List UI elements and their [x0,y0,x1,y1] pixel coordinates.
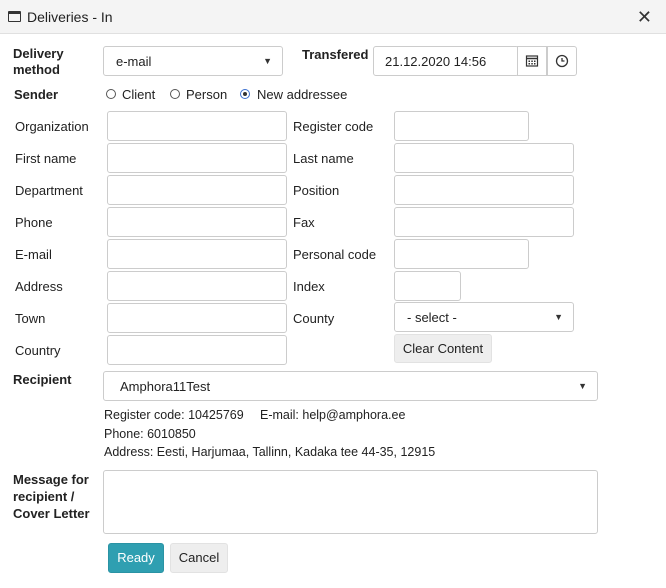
county-select[interactable]: - select - ▼ [394,302,574,332]
county-value: - select - [407,310,457,325]
last-name-input[interactable] [394,143,574,173]
email-label: E-mail [15,247,52,262]
clear-content-button[interactable]: Clear Content [394,334,492,363]
department-label: Department [15,183,83,198]
sender-radio-client[interactable] [106,89,116,99]
position-label: Position [293,183,340,198]
sender-radio-person[interactable] [170,89,180,99]
chevron-down-icon: ▼ [263,56,272,66]
clock-icon [555,54,569,68]
recipient-register-code: Register code: 10425769 [104,408,244,422]
window-icon [8,11,21,22]
sender-option-new-addressee: New addressee [257,87,348,102]
calendar-button[interactable] [517,46,547,76]
dialog-titlebar: Deliveries - In ✕ [0,0,666,34]
recipient-email: E-mail: help@amphora.ee [260,408,406,422]
delivery-method-label-line2: method [13,62,60,77]
sender-option-client: Client [122,87,156,102]
delivery-method-select[interactable]: e-mail ▼ [103,46,283,76]
first-name-input[interactable] [107,143,287,173]
address-label: Address [15,279,63,294]
transfered-datetime-value: 21.12.2020 14:56 [385,54,487,69]
delivery-method-value: e-mail [116,54,152,69]
fax-input[interactable] [394,207,574,237]
recipient-phone: Phone: 6010850 [104,427,196,441]
address-input[interactable] [107,271,287,301]
organization-input[interactable] [107,111,287,141]
first-name-label: First name [15,151,77,166]
time-button[interactable] [547,46,577,76]
sender-label: Sender [14,87,59,102]
organization-label: Organization [15,119,89,134]
country-input[interactable] [107,335,287,365]
message-textarea[interactable] [103,470,598,534]
department-input[interactable] [107,175,287,205]
fax-label: Fax [293,215,315,230]
transfered-label: Transfered [302,47,369,62]
phone-label: Phone [15,215,53,230]
message-label: Message for recipient / Cover Letter [13,471,90,522]
message-label-line2: recipient / [13,489,75,504]
recipient-label: Recipient [13,372,72,387]
personal-code-input[interactable] [394,239,529,269]
county-label: County [293,311,335,326]
sender-radio-new-addressee[interactable] [240,89,250,99]
phone-input[interactable] [107,207,287,237]
message-label-line1: Message for [13,472,89,487]
register-code-input[interactable] [394,111,529,141]
close-icon[interactable]: ✕ [637,7,652,27]
last-name-label: Last name [293,151,354,166]
delivery-method-label-line1: Delivery [13,46,64,61]
position-input[interactable] [394,175,574,205]
delivery-method-label: Delivery method [13,46,64,78]
message-label-line3: Cover Letter [13,506,90,521]
recipient-value: Amphora11Test [120,379,211,394]
country-label: Country [15,343,61,358]
town-input[interactable] [107,303,287,333]
register-code-label: Register code [293,119,374,134]
town-label: Town [15,311,46,326]
calendar-icon [525,55,539,67]
cancel-button[interactable]: Cancel [170,543,228,573]
chevron-down-icon: ▼ [578,381,587,391]
dialog-title: Deliveries - In [27,9,113,25]
chevron-down-icon: ▼ [554,312,563,322]
recipient-select[interactable]: Amphora11Test ▼ [103,371,598,401]
index-label: Index [293,279,325,294]
transfered-datetime-input[interactable]: 21.12.2020 14:56 [373,46,519,76]
sender-option-person: Person [186,87,228,102]
index-input[interactable] [394,271,461,301]
ready-button[interactable]: Ready [108,543,164,573]
personal-code-label: Personal code [293,247,377,262]
recipient-address: Address: Eesti, Harjumaa, Tallinn, Kadak… [104,445,436,459]
email-input[interactable] [107,239,287,269]
